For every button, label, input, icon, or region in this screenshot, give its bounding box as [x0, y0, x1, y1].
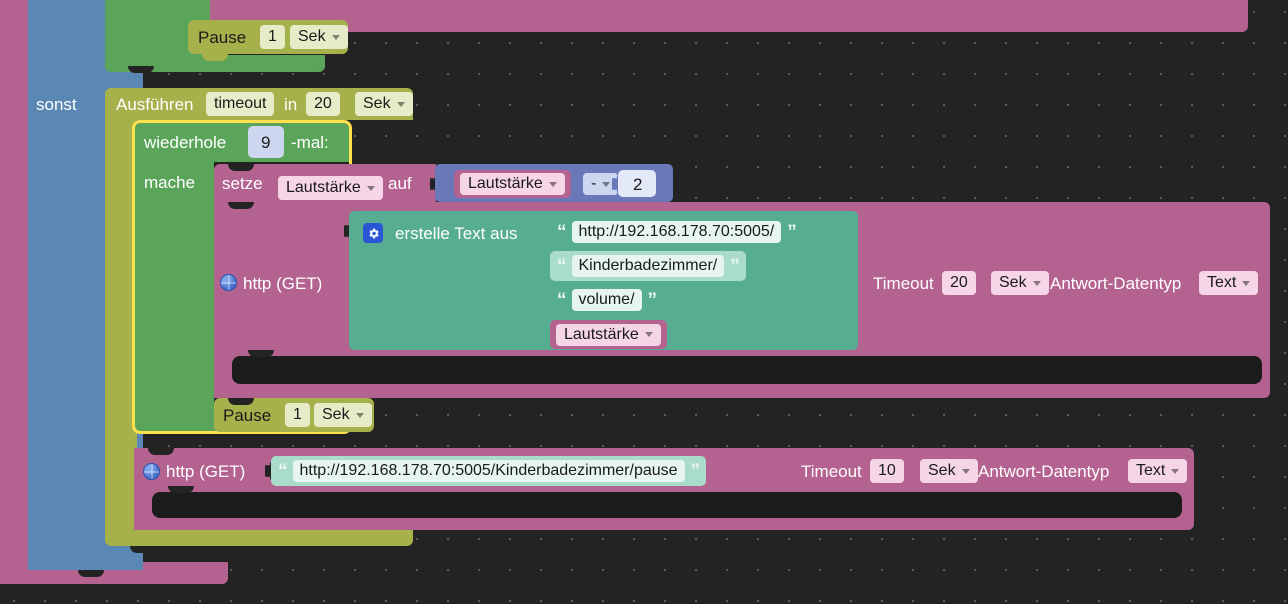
- pause-top-unit-dropdown[interactable]: Sek: [290, 25, 348, 49]
- set-variable-label: setze: [222, 174, 263, 193]
- text-join-item-3-dropdown[interactable]: Lautstärke: [556, 323, 661, 346]
- math-operand-a-variable-block[interactable]: Lautstärke: [454, 170, 571, 198]
- outer-block-left-spine[interactable]: [0, 0, 28, 584]
- http-get-volume-timeout-label: Timeout: [873, 274, 934, 293]
- execute-timeout-in-label: in: [284, 95, 298, 114]
- gear-icon[interactable]: [363, 223, 383, 243]
- chevron-down-icon: [1171, 468, 1180, 474]
- quote-open-icon: “: [557, 255, 566, 277]
- text-join-item-2[interactable]: “ volume/ ”: [550, 285, 664, 315]
- text-join-item-1[interactable]: “ Kinderbadezimmer/ ”: [550, 251, 746, 281]
- execute-timeout-label: Ausführen: [116, 95, 194, 114]
- text-join-label: erstelle Text aus: [395, 224, 518, 243]
- quote-close-icon: ”: [647, 289, 657, 311]
- http-get-volume-inner-slot[interactable]: [232, 356, 1262, 384]
- chevron-down-icon: [331, 34, 340, 40]
- repeat-block-left-spine[interactable]: [134, 122, 214, 430]
- math-operand-a-dropdown[interactable]: Lautstärke: [460, 173, 565, 195]
- execute-timeout-left-spine[interactable]: [105, 88, 137, 546]
- http-get-pause-timeout-value[interactable]: 10: [870, 459, 904, 483]
- execute-timeout-value[interactable]: 20: [306, 92, 340, 116]
- loop-block-top-notch: [128, 66, 154, 73]
- repeat-block-label: wiederhole: [144, 133, 227, 152]
- execute-timeout-unit-dropdown[interactable]: Sek: [355, 92, 413, 116]
- quote-close-icon: ”: [730, 255, 739, 277]
- execute-timeout-name-field[interactable]: timeout: [206, 92, 275, 116]
- chevron-down-icon: [1242, 280, 1251, 286]
- text-join-item-2-value[interactable]: volume/: [571, 289, 642, 311]
- http-get-pause-label: http (GET): [166, 462, 246, 481]
- chevron-down-icon: [396, 101, 405, 107]
- chevron-down-icon: [355, 412, 364, 418]
- execute-timeout-bottom-notch: [130, 546, 156, 553]
- http-get-volume-label: http (GET): [243, 274, 323, 293]
- text-join-item-3[interactable]: Lautstärke: [550, 320, 667, 349]
- chevron-down-icon: [644, 332, 653, 337]
- http-get-volume-response-label: Antwort-Datentyp: [1050, 274, 1182, 293]
- http-get-pause-timeout-label: Timeout: [801, 462, 862, 481]
- repeat-times-value[interactable]: 9: [261, 134, 270, 151]
- text-join-item-0-value[interactable]: http://192.168.178.70:5005/: [571, 221, 782, 243]
- http-get-pause-inner-slot[interactable]: [152, 492, 1182, 518]
- http-get-pause-timeout-unit-dropdown[interactable]: Sek: [920, 459, 978, 483]
- pause-top-value[interactable]: 1: [260, 25, 285, 49]
- chevron-down-icon: [548, 181, 557, 187]
- http-get-volume-response-type-dropdown[interactable]: Text: [1199, 271, 1259, 295]
- set-variable-name-dropdown[interactable]: Lautstärke: [278, 176, 383, 200]
- text-join-item-3-value: Lautstärke: [564, 325, 639, 343]
- chevron-down-icon: [366, 185, 375, 191]
- pause-top-unit-label: Sek: [298, 28, 326, 45]
- http-get-pause-response-label: Antwort-Datentyp: [978, 462, 1110, 481]
- quote-close-icon: ”: [690, 460, 700, 482]
- http-get-volume-timeout-unit-dropdown[interactable]: Sek: [991, 271, 1049, 295]
- math-operand-b-value[interactable]: 2: [633, 176, 642, 193]
- execute-timeout-unit-label: Sek: [363, 95, 391, 112]
- pause-top-label: Pause: [198, 28, 247, 47]
- http-get-volume-timeout-value[interactable]: 20: [942, 271, 976, 295]
- repeat-suffix-label: -mal:: [291, 133, 329, 152]
- http-get-pause-top-notch: [148, 448, 174, 455]
- math-operator-label: -: [591, 175, 597, 192]
- globe-icon: [143, 463, 160, 480]
- pause-top-notch: [202, 54, 228, 61]
- text-join-item-0[interactable]: “ http://192.168.178.70:5005/ ”: [550, 217, 803, 247]
- quote-open-icon: “: [278, 460, 287, 482]
- quote-open-icon: “: [557, 289, 566, 311]
- if-else-bottom-notch: [78, 570, 104, 577]
- http-get-volume-slot-notch: [248, 350, 274, 357]
- outer-block-bottom-notch: [58, 584, 84, 591]
- globe-icon: [220, 274, 237, 291]
- pause-inner-unit-label: Sek: [322, 406, 350, 423]
- set-variable-name-label: Lautstärke: [286, 179, 361, 196]
- execute-timeout-bottom-bar[interactable]: [105, 528, 413, 546]
- set-variable-top-notch: [228, 164, 254, 171]
- pause-inner-unit-dropdown[interactable]: Sek: [314, 403, 372, 427]
- http-get-pause-url-text-block[interactable]: “ http://192.168.178.70:5005/Kinderbadez…: [271, 456, 707, 486]
- blockly-workspace[interactable]: sonst Pause 1 Sek Ausführen timeout in 2…: [0, 0, 1288, 604]
- pause-inner-label: Pause: [223, 406, 272, 425]
- http-get-volume-timeout-unit-label: Sek: [999, 274, 1027, 291]
- http-get-pause-response-type-dropdown[interactable]: Text: [1128, 459, 1188, 483]
- if-else-else-label: sonst: [36, 95, 77, 114]
- repeat-do-label: mache: [144, 173, 196, 192]
- http-get-pause-slot-notch: [168, 486, 194, 493]
- chevron-down-icon: [602, 181, 611, 187]
- http-get-volume-top-notch: [228, 202, 254, 209]
- http-get-pause-response-type-label: Text: [1136, 462, 1166, 479]
- math-operand-a-label: Lautstärke: [468, 175, 543, 192]
- chevron-down-icon: [961, 468, 970, 474]
- http-get-pause-timeout-unit-label: Sek: [928, 462, 956, 479]
- pause-inner-top-notch: [228, 398, 254, 405]
- text-join-item-1-value[interactable]: Kinderbadezimmer/: [571, 255, 725, 277]
- chevron-down-icon: [1032, 280, 1041, 286]
- http-get-volume-response-type-label: Text: [1207, 274, 1237, 291]
- pause-inner-value[interactable]: 1: [285, 403, 310, 427]
- quote-open-icon: “: [557, 221, 566, 243]
- quote-close-icon: ”: [787, 221, 796, 243]
- set-variable-to-label: auf: [388, 174, 412, 193]
- http-get-pause-url-value[interactable]: http://192.168.178.70:5005/Kinderbadezim…: [292, 460, 685, 482]
